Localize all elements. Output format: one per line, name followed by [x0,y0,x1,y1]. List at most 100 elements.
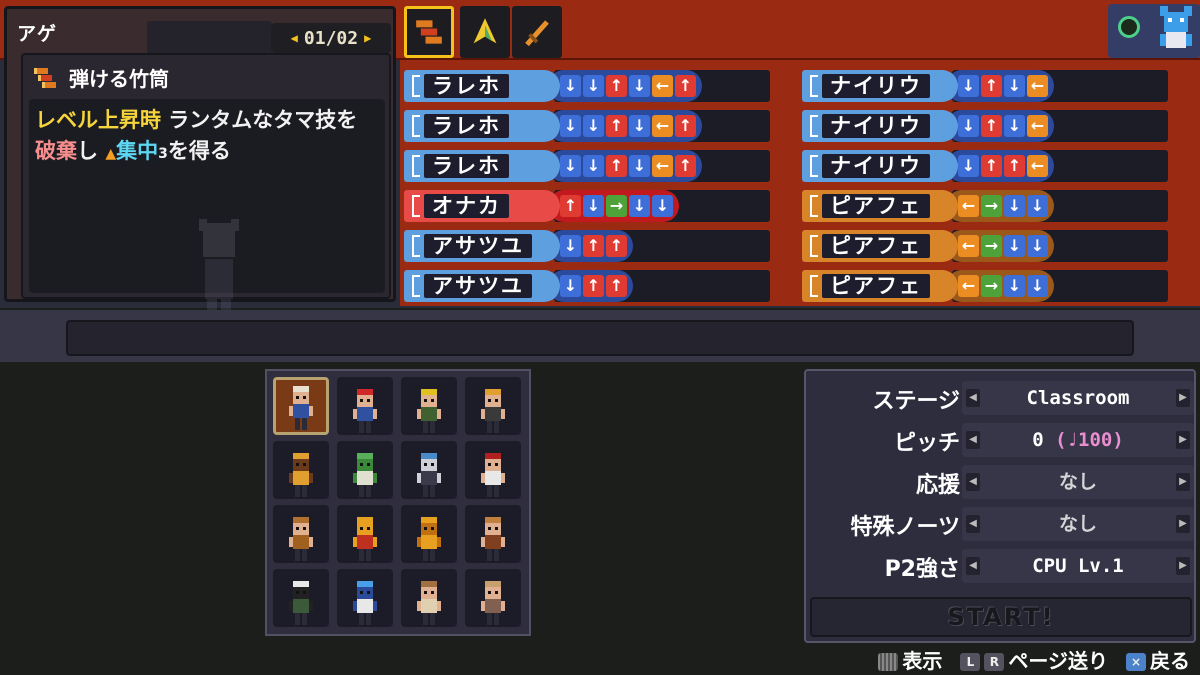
hint-page-turn[interactable]: L R ページ送り [960,645,1108,674]
arrow-up-icon: ↑ [606,75,627,97]
arrow-sequence: ← → ↓ ↓ [946,190,1054,222]
arrow-up-icon: ↑ [560,195,581,217]
opponent-portrait [1108,4,1200,58]
page-next-icon[interactable]: ▶ [364,31,371,45]
roster-cell[interactable] [273,505,329,563]
move-name: ナイリウ [822,74,930,98]
roster-cell[interactable] [401,505,457,563]
character-1-sprite-icon [289,386,313,430]
move-row[interactable]: ナイリウ ↓ ↑ ↓ ← [802,68,1054,104]
roster-cell[interactable] [273,441,329,499]
move-name: ラレホ [424,114,509,138]
special-next-icon[interactable]: ▶ [1176,515,1190,533]
start-button[interactable]: START! [810,597,1192,637]
roster-cell[interactable] [337,569,393,627]
arrow-down-icon: ↓ [1027,275,1048,297]
arrow-up-icon: ↑ [583,235,604,257]
arrow-up-icon: ↑ [675,155,696,177]
p2-strength-selector[interactable]: ◀ CPU Lv.1 ▶ [962,549,1194,583]
roster-cell[interactable] [401,569,457,627]
page-indicator[interactable]: ◀ 01/02 ▶ [271,23,391,53]
pitch-prev-icon[interactable]: ◀ [966,431,980,449]
move-row[interactable]: ピアフェ ← → ↓ ↓ [802,228,1054,264]
page-prev-icon[interactable]: ◀ [291,31,298,45]
arrow-down-icon: ↓ [629,195,650,217]
roster-cell[interactable] [465,441,521,499]
message-bar [66,320,1134,356]
arrow-down-icon: ↓ [958,75,979,97]
move-row[interactable]: オナカ ↑ ↓ → ↓ ↓ [404,188,679,224]
arrow-up-icon: ↑ [606,235,627,257]
move-row[interactable]: ラレホ ↓ ↓ ↑ ↓ ← ↑ [404,68,702,104]
hint-back[interactable]: × 戻る [1126,645,1190,674]
hint-display[interactable]: 表示 [878,645,942,674]
game-screen: アゲ ◀ 01/02 ▶ 弾ける竹筒 レベル上昇時 ランタムなタマ技を破棄し ▲… [0,0,1200,675]
roster-cell[interactable] [337,505,393,563]
character-15-sprite-icon [417,581,441,625]
move-row[interactable]: ラレホ ↓ ↓ ↑ ↓ ← ↑ [404,108,702,144]
move-row[interactable]: アサツユ ↓ ↑ ↑ [404,268,633,304]
support-next-icon[interactable]: ▶ [1176,473,1190,491]
stage-selector[interactable]: ◀ Classroom ▶ [962,381,1194,415]
item-description-box: レベル上昇時 ランタムなタマ技を破棄し ▲集中3を得る [29,99,385,333]
arrow-up-icon: ↑ [1004,155,1025,177]
roster-cell[interactable] [465,505,521,563]
setting-p2-strength: P2強さ ◀ CPU Lv.1 ▶ [806,547,1196,583]
arrow-sequence: ↑ ↓ → ↓ ↓ [548,190,679,222]
arrow-left-icon: ← [1027,155,1048,177]
move-name-pill: ラレホ [404,110,560,142]
display-label: 表示 [902,648,943,673]
p2-next-icon[interactable]: ▶ [1176,557,1190,575]
arrow-down-icon: ↓ [583,155,604,177]
character-info-panel: アゲ ◀ 01/02 ▶ 弾ける竹筒 レベル上昇時 ランタムなタマ技を破棄し ▲… [4,6,396,333]
character-5-sprite-icon [289,453,313,497]
bracket-icon [810,275,818,297]
support-prev-icon[interactable]: ◀ [966,473,980,491]
roster-cell[interactable] [337,441,393,499]
p2-prev-icon[interactable]: ◀ [966,557,980,575]
pitch-next-icon[interactable]: ▶ [1176,431,1190,449]
move-row[interactable]: ピアフェ ← → ↓ ↓ [802,188,1054,224]
p2-strength-label: P2強さ [884,557,960,582]
tab-item-1[interactable] [404,6,454,58]
setting-special-notes: 特殊ノーツ ◀ なし ▶ [806,505,1196,541]
special-notes-selector[interactable]: ◀ なし ▶ [962,507,1194,541]
item-description: レベル上昇時 ランタムなタマ技を破棄し ▲集中3を得る [35,105,375,170]
support-selector[interactable]: ◀ なし ▶ [962,465,1194,499]
arrow-up-icon: ↑ [606,115,627,137]
move-name: ナイリウ [822,154,930,178]
stage-prev-icon[interactable]: ◀ [966,389,980,407]
roster-cell[interactable] [337,377,393,435]
special-prev-icon[interactable]: ◀ [966,515,980,533]
settings-panel: ステージ ◀ Classroom ▶ ピッチ ◀ 0 (♩100) ▶ 応援 ◀… [804,369,1196,643]
bracket-icon [810,235,818,257]
move-name-pill: ナイリウ [802,70,958,102]
arrow-right-icon: → [606,195,627,217]
move-row[interactable]: ナイリウ ↓ ↑ ↑ ← [802,148,1054,184]
roster-cell[interactable] [401,377,457,435]
move-row[interactable]: ピアフェ ← → ↓ ↓ [802,268,1054,304]
roster-cell[interactable] [273,377,329,435]
arrow-sequence: ↓ ↑ ↓ ← [946,70,1054,102]
arrow-down-icon: ↓ [1027,195,1048,217]
bamboo-tube-icon [34,67,56,88]
tab-item-3[interactable] [512,6,562,58]
move-row[interactable]: ナイリウ ↓ ↑ ↓ ← [802,108,1054,144]
pitch-selector[interactable]: ◀ 0 (♩100) ▶ [962,423,1194,457]
stage-next-icon[interactable]: ▶ [1176,389,1190,407]
move-name: ナイリウ [822,114,930,138]
move-name: アサツユ [424,274,532,298]
tab-item-2[interactable] [460,6,510,58]
stage-label: ステージ [872,389,960,414]
bracket-icon [412,115,420,137]
move-row[interactable]: アサツユ ↓ ↑ ↑ [404,228,633,264]
desc-end: を得る [167,139,231,163]
arrow-down-icon: ↓ [560,155,581,177]
move-row[interactable]: ラレホ ↓ ↓ ↑ ↓ ← ↑ [404,148,702,184]
roster-cell[interactable] [401,441,457,499]
roster-cell[interactable] [465,569,521,627]
roster-cell[interactable] [465,377,521,435]
arrow-sequence: ↓ ↓ ↑ ↓ ← ↑ [548,150,702,182]
bracket-icon [412,155,420,177]
roster-cell[interactable] [273,569,329,627]
